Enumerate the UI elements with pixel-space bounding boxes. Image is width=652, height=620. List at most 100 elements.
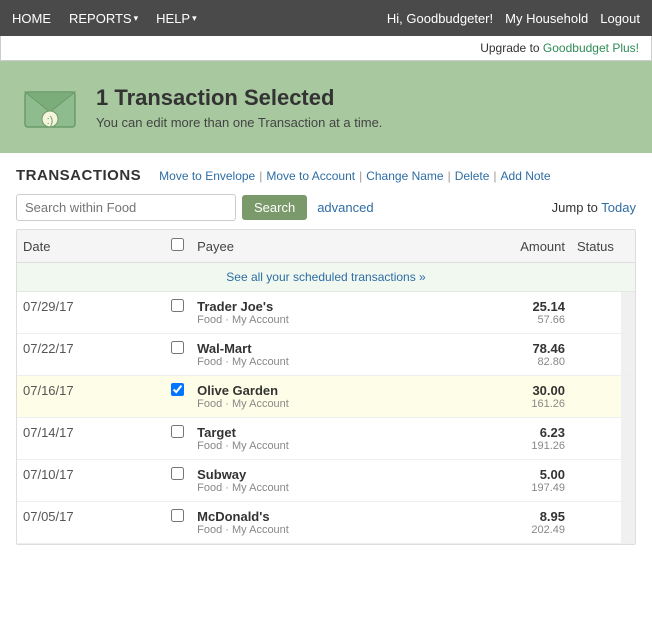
table-row: 07/22/17 Wal-Mart Food · My Account 78.4…: [17, 334, 635, 376]
scheduled-link[interactable]: See all your scheduled transactions »: [226, 270, 425, 284]
sep4: |: [493, 169, 496, 183]
table-row: 07/05/17 McDonald's Food · My Account 8.…: [17, 502, 635, 544]
sep1: |: [259, 169, 262, 183]
move-to-account-link[interactable]: Move to Account: [266, 169, 355, 183]
jump-to: Jump to Today: [552, 200, 636, 215]
sep2: |: [359, 169, 362, 183]
table-row: 07/14/17 Target Food · My Account 6.23 1…: [17, 418, 635, 460]
upgrade-text: Upgrade to: [480, 41, 543, 55]
search-button[interactable]: Search: [242, 195, 307, 220]
nav-home[interactable]: HOME: [12, 11, 51, 26]
row-checkbox[interactable]: [171, 467, 184, 480]
help-arrow-icon: ▾: [192, 13, 197, 24]
table-row: 07/10/17 Subway Food · My Account 5.00 1…: [17, 460, 635, 502]
scrollbar-filler: [621, 376, 635, 418]
row-check-cell: [165, 460, 191, 502]
row-amount: 5.00 197.49: [437, 460, 571, 502]
row-payee: Target Food · My Account: [191, 418, 436, 460]
jump-to-label: Jump to: [552, 200, 602, 215]
table-header-row: Date Payee Amount Status: [17, 230, 635, 263]
nav-help[interactable]: HELP ▾: [156, 11, 197, 26]
reports-arrow-icon: ▾: [134, 13, 139, 24]
select-all-checkbox[interactable]: [171, 238, 184, 251]
row-date: 07/14/17: [17, 418, 165, 460]
jump-to-today-link[interactable]: Today: [601, 200, 636, 215]
add-note-link[interactable]: Add Note: [501, 169, 551, 183]
row-amount: 78.46 82.80: [437, 334, 571, 376]
payee-name: McDonald's: [197, 509, 430, 524]
hero-title: 1 Transaction Selected: [96, 85, 382, 111]
row-status: [571, 460, 621, 502]
payee-sub: Food · My Account: [197, 482, 430, 494]
row-amount: 8.95 202.49: [437, 502, 571, 544]
row-checkbox[interactable]: [171, 299, 184, 312]
transactions-actions: Move to Envelope | Move to Account | Cha…: [159, 169, 550, 183]
amount-main: 8.95: [540, 509, 565, 524]
row-status: [571, 292, 621, 334]
scrollbar-filler: [621, 460, 635, 502]
payee-name: Target: [197, 425, 430, 440]
row-date: 07/05/17: [17, 502, 165, 544]
transactions-table: Date Payee Amount Status See all your sc…: [17, 230, 635, 544]
payee-sub: Food · My Account: [197, 314, 430, 326]
nav-right: Hi, Goodbudgeter! My Household Logout: [387, 11, 640, 26]
col-amount: Amount: [437, 230, 571, 263]
row-date: 07/29/17: [17, 292, 165, 334]
amount-balance: 197.49: [443, 482, 565, 494]
scheduled-banner: See all your scheduled transactions »: [17, 263, 635, 292]
row-date: 07/10/17: [17, 460, 165, 502]
row-payee: Olive Garden Food · My Account: [191, 376, 436, 418]
transactions-header: TRANSACTIONS Move to Envelope | Move to …: [16, 167, 636, 184]
payee-sub: Food · My Account: [197, 440, 430, 452]
row-check-cell: [165, 292, 191, 334]
row-check-cell: [165, 334, 191, 376]
scrollbar-filler: [621, 334, 635, 376]
amount-main: 5.00: [540, 467, 565, 482]
row-date: 07/22/17: [17, 334, 165, 376]
payee-sub: Food · My Account: [197, 356, 430, 368]
scrollbar-spacer: [621, 230, 635, 263]
top-nav: HOME REPORTS ▾ HELP ▾ Hi, Goodbudgeter! …: [0, 0, 652, 36]
advanced-link[interactable]: advanced: [317, 200, 373, 215]
row-checkbox[interactable]: [171, 341, 184, 354]
move-to-envelope-link[interactable]: Move to Envelope: [159, 169, 255, 183]
amount-balance: 57.66: [443, 314, 565, 326]
transactions-table-wrapper: Date Payee Amount Status See all your sc…: [16, 229, 636, 545]
greeting: Hi, Goodbudgeter!: [387, 11, 493, 26]
row-checkbox[interactable]: [171, 425, 184, 438]
amount-balance: 191.26: [443, 440, 565, 452]
row-amount: 6.23 191.26: [437, 418, 571, 460]
sep3: |: [448, 169, 451, 183]
row-check-cell: [165, 376, 191, 418]
row-status: [571, 334, 621, 376]
row-checkbox[interactable]: [171, 383, 184, 396]
upgrade-link[interactable]: Goodbudget Plus!: [543, 41, 639, 55]
row-amount: 25.14 57.66: [437, 292, 571, 334]
delete-link[interactable]: Delete: [455, 169, 490, 183]
nav-reports[interactable]: REPORTS ▾: [69, 11, 138, 26]
scrollbar-filler: [621, 292, 635, 334]
row-status: [571, 418, 621, 460]
col-date: Date: [17, 230, 165, 263]
envelope-icon: :): [20, 77, 80, 137]
row-check-cell: [165, 418, 191, 460]
hero-subtitle: You can edit more than one Transaction a…: [96, 115, 382, 130]
col-payee: Payee: [191, 230, 436, 263]
logout-link[interactable]: Logout: [600, 11, 640, 26]
nav-left: HOME REPORTS ▾ HELP ▾: [12, 11, 197, 26]
change-name-link[interactable]: Change Name: [366, 169, 443, 183]
hero-banner: :) 1 Transaction Selected You can edit m…: [0, 61, 652, 153]
row-status: [571, 376, 621, 418]
payee-name: Wal-Mart: [197, 341, 430, 356]
row-payee: Wal-Mart Food · My Account: [191, 334, 436, 376]
upgrade-bar: Upgrade to Goodbudget Plus!: [0, 36, 652, 61]
search-input[interactable]: [16, 194, 236, 221]
row-payee: McDonald's Food · My Account: [191, 502, 436, 544]
row-status: [571, 502, 621, 544]
main-content: TRANSACTIONS Move to Envelope | Move to …: [0, 153, 652, 559]
table-row: 07/29/17 Trader Joe's Food · My Account …: [17, 292, 635, 334]
col-status: Status: [571, 230, 621, 263]
payee-sub: Food · My Account: [197, 524, 430, 536]
my-household-link[interactable]: My Household: [505, 11, 588, 26]
row-checkbox[interactable]: [171, 509, 184, 522]
